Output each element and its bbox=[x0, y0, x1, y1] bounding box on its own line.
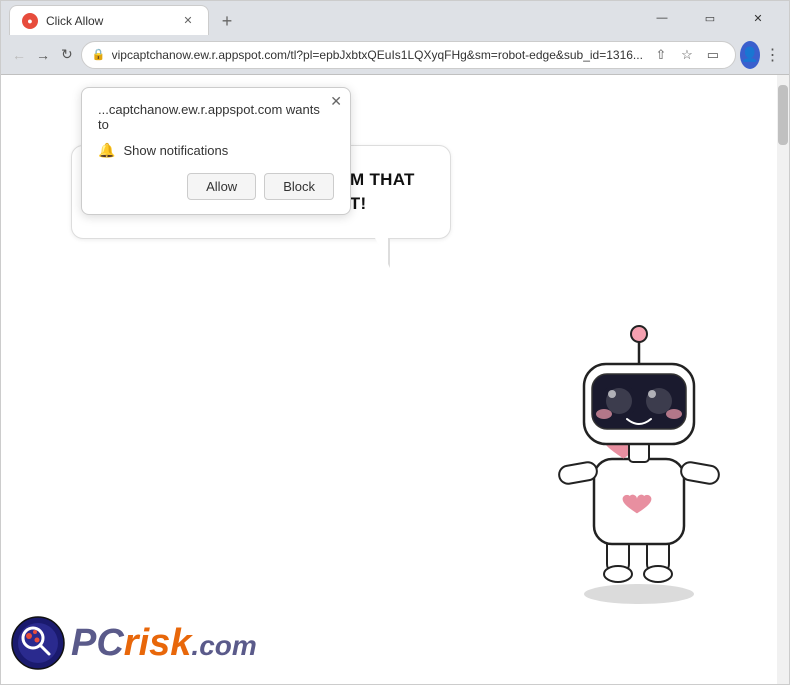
tab-title: Click Allow bbox=[46, 14, 103, 28]
pcrisk-com: .com bbox=[191, 632, 256, 660]
scrollbar-thumb[interactable] bbox=[778, 85, 788, 145]
restore-button[interactable]: ▭ bbox=[687, 1, 733, 35]
star-icon[interactable]: ☆ bbox=[675, 43, 699, 67]
new-tab-button[interactable]: + bbox=[213, 7, 241, 35]
close-button[interactable]: ✕ bbox=[735, 1, 781, 35]
address-bar-icons: ⇧ ☆ ▭ bbox=[649, 43, 725, 67]
address-bar[interactable]: 🔒 vipcaptchanow.ew.r.appspot.com/tl?pl=e… bbox=[81, 41, 736, 69]
active-tab[interactable]: ● Click Allow ✕ bbox=[9, 5, 209, 35]
pcrisk-pc: PC bbox=[71, 624, 124, 662]
tab-favicon: ● bbox=[22, 13, 38, 29]
tab-bar: ● Click Allow ✕ + bbox=[9, 1, 631, 35]
robot-illustration bbox=[529, 304, 749, 604]
pcrisk-brand: PC risk .com bbox=[11, 616, 257, 670]
robot-svg bbox=[529, 304, 749, 604]
profile-button[interactable]: 👤 bbox=[740, 41, 760, 69]
scrollbar[interactable] bbox=[777, 75, 789, 684]
lock-icon: 🔒 bbox=[92, 48, 106, 61]
bell-icon: 🔔 bbox=[98, 142, 115, 159]
notification-popup: ✕ ...captchanow.ew.r.appspot.com wants t… bbox=[81, 87, 351, 215]
notification-label: Show notifications bbox=[123, 143, 228, 158]
address-bar-area: ← → ↻ 🔒 vipcaptchanow.ew.r.appspot.com/t… bbox=[1, 35, 789, 75]
minimize-button[interactable]: — bbox=[639, 1, 685, 35]
url-text: vipcaptchanow.ew.r.appspot.com/tl?pl=epb… bbox=[112, 48, 643, 62]
block-button[interactable]: Block bbox=[264, 173, 334, 200]
menu-button[interactable]: ⋮ bbox=[764, 43, 781, 67]
popup-buttons: Allow Block bbox=[98, 173, 334, 200]
browser-window: ● Click Allow ✕ + — ▭ ✕ bbox=[0, 0, 790, 685]
sidebar-icon[interactable]: ▭ bbox=[701, 43, 725, 67]
popup-close-button[interactable]: ✕ bbox=[330, 94, 342, 108]
notification-row: 🔔 Show notifications bbox=[98, 142, 334, 159]
refresh-button[interactable]: ↻ bbox=[57, 41, 77, 69]
share-icon[interactable]: ⇧ bbox=[649, 43, 673, 67]
back-button[interactable]: ← bbox=[9, 41, 29, 69]
pcrisk-risk: risk bbox=[124, 624, 192, 662]
pcrisk-text: PC risk .com bbox=[71, 624, 257, 662]
title-bar: ● Click Allow ✕ + — ▭ ✕ bbox=[1, 1, 789, 35]
tab-close-button[interactable]: ✕ bbox=[180, 13, 196, 29]
page-content: ✕ ...captchanow.ew.r.appspot.com wants t… bbox=[1, 75, 789, 684]
pcrisk-logo-icon bbox=[11, 616, 65, 670]
forward-button[interactable]: → bbox=[33, 41, 53, 69]
allow-button[interactable]: Allow bbox=[187, 173, 256, 200]
popup-url-text: ...captchanow.ew.r.appspot.com wants to bbox=[98, 102, 334, 132]
window-controls: — ▭ ✕ bbox=[639, 1, 781, 35]
